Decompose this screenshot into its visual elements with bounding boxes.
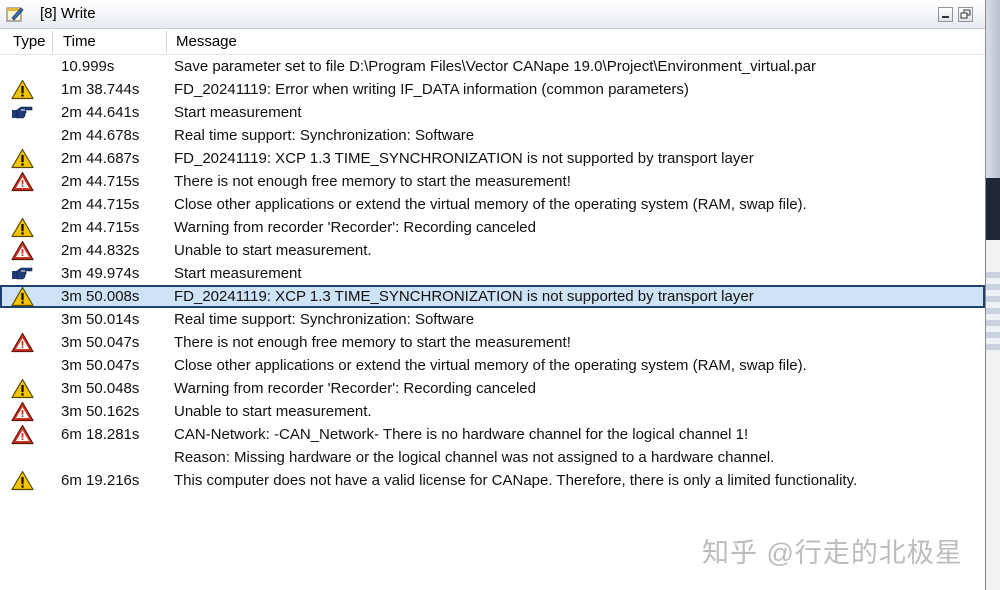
- message-cell: CAN-Network: -CAN_Network- There is no h…: [174, 426, 749, 443]
- table-row[interactable]: 2m 44.678s Real time support: Synchroniza…: [0, 124, 985, 147]
- error-icon: [11, 424, 34, 445]
- message-cell: Start measurement: [174, 104, 302, 121]
- message-cell: Real time support: Synchronization: Soft…: [174, 311, 475, 328]
- table-row-selected[interactable]: 3m 50.008s FD_20241119: XCP 1.3 TIME_SYNC…: [0, 285, 985, 308]
- table-row[interactable]: 3m 49.974s Start measurement: [0, 262, 985, 285]
- time-cell: 3m 49.974s: [61, 265, 140, 282]
- error-icon: [11, 171, 34, 192]
- message-cell: Close other applications or extend the v…: [174, 357, 807, 374]
- time-cell: 2m 44.715s: [61, 173, 140, 190]
- table-row[interactable]: 2m 44.832s Unable to start measurement.: [0, 239, 985, 262]
- window-title: [8] Write: [40, 5, 96, 22]
- time-cell: 3m 50.162s: [61, 403, 140, 420]
- background-app-edge-dark: [986, 178, 1000, 240]
- column-header-type[interactable]: Type: [13, 29, 46, 54]
- message-cell: Start measurement: [174, 265, 302, 282]
- table-row[interactable]: 3m 50.048s Warning from recorder 'Recorde…: [0, 377, 985, 400]
- time-cell: 3m 50.008s: [61, 288, 140, 305]
- time-cell: 2m 44.641s: [61, 104, 140, 121]
- write-window: [8] Write Type Time Message 10.999s Save …: [0, 0, 986, 590]
- type-cell-empty: [11, 447, 34, 468]
- write-window-icon: [6, 5, 24, 23]
- error-icon: [11, 332, 34, 353]
- message-cell: FD_20241119: XCP 1.3 TIME_SYNCHRONIZATIO…: [174, 150, 754, 167]
- message-cell: Warning from recorder 'Recorder': Record…: [174, 219, 536, 236]
- time-cell: 3m 50.047s: [61, 357, 140, 374]
- table-row[interactable]: 1m 38.744s FD_20241119: Error when writin…: [0, 78, 985, 101]
- table-row[interactable]: 6m 18.281s CAN-Network: -CAN_Network- The…: [0, 423, 985, 446]
- time-cell: 3m 50.048s: [61, 380, 140, 397]
- message-cell: Warning from recorder 'Recorder': Record…: [174, 380, 536, 397]
- pointing-hand-icon: [11, 102, 34, 123]
- column-header-message[interactable]: Message: [176, 29, 237, 54]
- message-cell: There is not enough free memory to start…: [174, 173, 571, 190]
- time-cell: 2m 44.687s: [61, 150, 140, 167]
- time-cell: 2m 44.832s: [61, 242, 140, 259]
- table-row[interactable]: 3m 50.014s Real time support: Synchroniza…: [0, 308, 985, 331]
- time-cell: 2m 44.715s: [61, 196, 140, 213]
- warning-icon: [11, 217, 34, 238]
- type-cell-empty: [11, 355, 34, 376]
- type-cell-empty: [11, 125, 34, 146]
- error-icon: [11, 401, 34, 422]
- table-row[interactable]: 2m 44.715s Close other applications or ex…: [0, 193, 985, 216]
- title-bar: [8] Write: [0, 0, 985, 29]
- message-cell: FD_20241119: Error when writing IF_DATA …: [174, 81, 689, 98]
- warning-icon: [11, 286, 34, 307]
- message-cell: Close other applications or extend the v…: [174, 196, 807, 213]
- warning-icon: [11, 148, 34, 169]
- time-cell: 2m 44.715s: [61, 219, 140, 236]
- time-cell: 3m 50.047s: [61, 334, 140, 351]
- type-cell-empty: [11, 194, 34, 215]
- message-cell: Real time support: Synchronization: Soft…: [174, 127, 475, 144]
- watermark: 知乎 @行走的北极星: [702, 538, 963, 568]
- background-app-edge-top: [986, 0, 1000, 178]
- time-cell: 2m 44.678s: [61, 127, 140, 144]
- table-row[interactable]: 2m 44.641s Start measurement: [0, 101, 985, 124]
- pointing-hand-icon: [11, 263, 34, 284]
- column-header-time[interactable]: Time: [63, 29, 96, 54]
- message-cell: Unable to start measurement.: [174, 403, 372, 420]
- message-cell: Save parameter set to file D:\Program Fi…: [174, 58, 816, 75]
- column-divider[interactable]: [52, 31, 53, 53]
- warning-icon: [11, 470, 34, 491]
- minimize-button[interactable]: [938, 7, 953, 22]
- message-cell: There is not enough free memory to start…: [174, 334, 571, 351]
- message-cell: FD_20241119: XCP 1.3 TIME_SYNCHRONIZATIO…: [174, 288, 754, 305]
- time-cell: 1m 38.744s: [61, 81, 140, 98]
- table-row[interactable]: 2m 44.687s FD_20241119: XCP 1.3 TIME_SYNC…: [0, 147, 985, 170]
- table-row[interactable]: 10.999s Save parameter set to file D:\Pro…: [0, 55, 985, 78]
- warning-icon: [11, 79, 34, 100]
- table-row[interactable]: 3m 50.047s There is not enough free memor…: [0, 331, 985, 354]
- message-cell: This computer does not have a valid lice…: [174, 472, 858, 489]
- warning-icon: [11, 378, 34, 399]
- restore-button[interactable]: [958, 7, 973, 22]
- time-cell: 10.999s: [61, 58, 115, 75]
- time-cell: 3m 50.014s: [61, 311, 140, 328]
- table-row[interactable]: 2m 44.715s There is not enough free memor…: [0, 170, 985, 193]
- type-cell-empty: [11, 309, 34, 330]
- error-icon: [11, 240, 34, 261]
- background-app-edge-lines: [986, 272, 1000, 352]
- table-row[interactable]: 3m 50.162s Unable to start measurement.: [0, 400, 985, 423]
- table-row[interactable]: 3m 50.047s Close other applications or ex…: [0, 354, 985, 377]
- table-row[interactable]: 6m 19.216s This computer does not have a …: [0, 469, 985, 492]
- type-cell-empty: [11, 56, 34, 77]
- message-list: 10.999s Save parameter set to file D:\Pro…: [0, 55, 985, 492]
- column-divider[interactable]: [166, 31, 167, 53]
- table-row[interactable]: 2m 44.715s Warning from recorder 'Recorde…: [0, 216, 985, 239]
- message-cell: Reason: Missing hardware or the logical …: [174, 449, 775, 466]
- time-cell: 6m 19.216s: [61, 472, 140, 489]
- table-row[interactable]: Reason: Missing hardware or the logical …: [0, 446, 985, 469]
- column-header: Type Time Message: [0, 29, 985, 55]
- time-cell: 6m 18.281s: [61, 426, 140, 443]
- message-cell: Unable to start measurement.: [174, 242, 372, 259]
